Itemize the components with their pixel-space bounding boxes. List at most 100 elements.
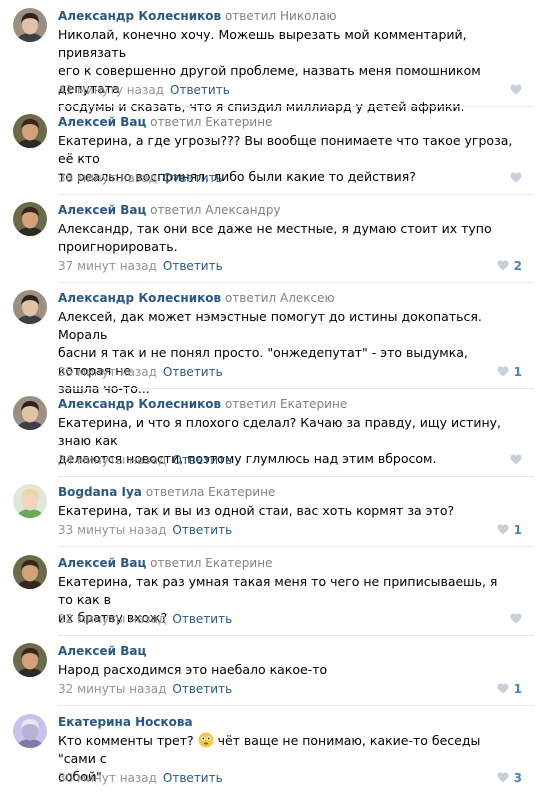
like-button[interactable] (510, 452, 522, 468)
like-count: 2 (513, 259, 522, 273)
comment-separator (58, 282, 534, 283)
like-button[interactable]: 1 (497, 522, 522, 538)
comment-header: Александр Колесников ответил Николаю (58, 8, 337, 24)
heart-icon (497, 259, 509, 273)
flushed-face-emoji-icon (198, 732, 214, 748)
comment-separator (58, 635, 534, 636)
replied-to[interactable]: ответил Николаю (225, 9, 337, 23)
like-button[interactable]: 1 (497, 681, 522, 697)
replied-to[interactable]: ответил Екатерине (150, 556, 272, 570)
author-name[interactable]: Алексей Вац (58, 644, 146, 658)
comment-time[interactable]: 35 минут назад (58, 365, 157, 379)
like-count: 3 (513, 771, 522, 785)
comment-time[interactable]: 30 минут назад (58, 771, 157, 785)
comment-text-line: Александр, так они все даже не местные, … (58, 221, 492, 236)
reply-button[interactable]: Ответить (163, 365, 223, 379)
aleksey-vats-avatar[interactable] (13, 202, 47, 236)
comment-header: Александр Колесников ответил Екатерине (58, 396, 347, 412)
comment-separator (58, 388, 534, 389)
like-button[interactable]: 2 (497, 258, 522, 274)
comment-meta: 41 минуту назад Ответить (58, 82, 230, 98)
heart-icon (510, 612, 522, 626)
like-button[interactable] (510, 82, 522, 98)
comment-text: Александр, так они все даже не местные, … (58, 220, 514, 256)
heart-icon (497, 523, 509, 537)
alexander-kolesnikov-avatar[interactable] (13, 290, 47, 324)
heart-icon (497, 682, 509, 696)
reply-button[interactable]: Ответить (172, 523, 232, 537)
comment-time[interactable]: 41 минуту назад (58, 83, 164, 97)
comment-text-line: Народ расходимся это наебало какое-то (58, 662, 328, 677)
comment-meta: 32 минуты назад Ответить (58, 611, 232, 627)
comment-time[interactable]: 32 минуты назад (58, 682, 166, 696)
comment-time[interactable]: 33 минуты назад (58, 523, 166, 537)
author-name[interactable]: Александр Колесников (58, 9, 221, 23)
replied-to[interactable]: ответил Екатерине (225, 397, 347, 411)
author-name[interactable]: Bogdana Iya (58, 485, 142, 499)
reply-button[interactable]: Ответить (163, 771, 223, 785)
like-button[interactable]: 1 (497, 364, 522, 380)
comment-text: Екатерина, так и вы из одной стаи, вас х… (58, 502, 514, 520)
comment-time[interactable]: 32 минуты назад (58, 612, 166, 626)
comment-meta: 32 минуты назад Ответить (58, 681, 232, 697)
heart-icon (497, 365, 509, 379)
like-button[interactable] (510, 170, 522, 186)
comment-header: Алексей Вац ответил Екатерине (58, 114, 272, 130)
aleksey-vats-avatar[interactable] (13, 114, 47, 148)
comment-header: Александр Колесников ответил Алексею (58, 290, 335, 306)
heart-icon (510, 171, 522, 185)
reply-button[interactable]: Ответить (172, 682, 232, 696)
like-button[interactable] (510, 611, 522, 627)
comment-text: Николай, конечно хочу. Можешь вырезать м… (58, 26, 514, 116)
replied-to[interactable]: ответила Екатерине (146, 485, 276, 499)
aleksey-vats-avatar[interactable] (13, 555, 47, 589)
comment-text-line: Екатерина, и что я плохого сделал? Качаю… (58, 415, 501, 448)
alexander-kolesnikov-avatar[interactable] (13, 396, 47, 430)
heart-icon (497, 771, 509, 785)
comment-separator (58, 106, 534, 107)
author-name[interactable]: Алексей Вац (58, 203, 146, 217)
like-button[interactable]: 3 (497, 770, 522, 786)
aleksey-vats-avatar[interactable] (13, 643, 47, 677)
comment-meta: 38 минут назад Ответить (58, 170, 223, 186)
comment-text-line: Кто комменты трет? чёт ваще не понимаю, … (58, 732, 481, 766)
reply-button[interactable]: Ответить (170, 83, 230, 97)
comment-text: Народ расходимся это наебало какое-то (58, 661, 514, 679)
comment-header: Алексей Вац ответил Екатерине (58, 555, 272, 571)
comment-meta: 35 минут назад Ответить (58, 364, 223, 380)
comment-time[interactable]: 34 минуты назад (58, 453, 166, 467)
comment-meta: 34 минуты назад Ответить (58, 452, 232, 468)
comment-header: Bogdana Iya ответила Екатерине (58, 484, 275, 500)
comment-time[interactable]: 37 минут назад (58, 259, 157, 273)
comment-header: Екатерина Носкова (58, 714, 193, 730)
replied-to[interactable]: ответил Алексею (225, 291, 335, 305)
bogdana-iya-avatar[interactable] (13, 484, 47, 518)
comment-separator (58, 194, 534, 195)
alexander-kolesnikov-avatar[interactable] (13, 8, 47, 42)
reply-button[interactable]: Ответить (163, 259, 223, 273)
author-name[interactable]: Алексей Вац (58, 115, 146, 129)
like-count: 1 (513, 365, 522, 379)
comment-text: Алексей, дак может нэмэстные помогут до … (58, 308, 514, 398)
reply-button[interactable]: Ответить (172, 612, 232, 626)
comment-time[interactable]: 38 минут назад (58, 171, 157, 185)
comment-text-line: Николай, конечно хочу. Можешь вырезать м… (58, 27, 467, 60)
author-name[interactable]: Алексей Вац (58, 556, 146, 570)
author-name[interactable]: Александр Колесников (58, 291, 221, 305)
like-count: 1 (513, 523, 522, 537)
comment-text-line: Екатерина, так и вы из одной стаи, вас х… (58, 503, 455, 518)
replied-to[interactable]: ответил Александру (150, 203, 280, 217)
author-name[interactable]: Александр Колесников (58, 397, 221, 411)
ekaterina-noskova-avatar[interactable] (13, 714, 47, 748)
comment-separator (58, 476, 534, 477)
heart-icon (510, 453, 522, 467)
comment-separator (58, 546, 534, 547)
reply-button[interactable]: Ответить (163, 171, 223, 185)
author-name[interactable]: Екатерина Носкова (58, 715, 193, 729)
reply-button[interactable]: Ответить (172, 453, 232, 467)
comment-text-line: Екатерина, так раз умная такая меня то ч… (58, 574, 498, 607)
replied-to[interactable]: ответил Екатерине (150, 115, 272, 129)
comment-text-line: проигнорировать. (58, 239, 178, 254)
comment-text-line: Алексей, дак может нэмэстные помогут до … (58, 309, 482, 342)
comment-meta: 30 минут назад Ответить (58, 770, 223, 786)
